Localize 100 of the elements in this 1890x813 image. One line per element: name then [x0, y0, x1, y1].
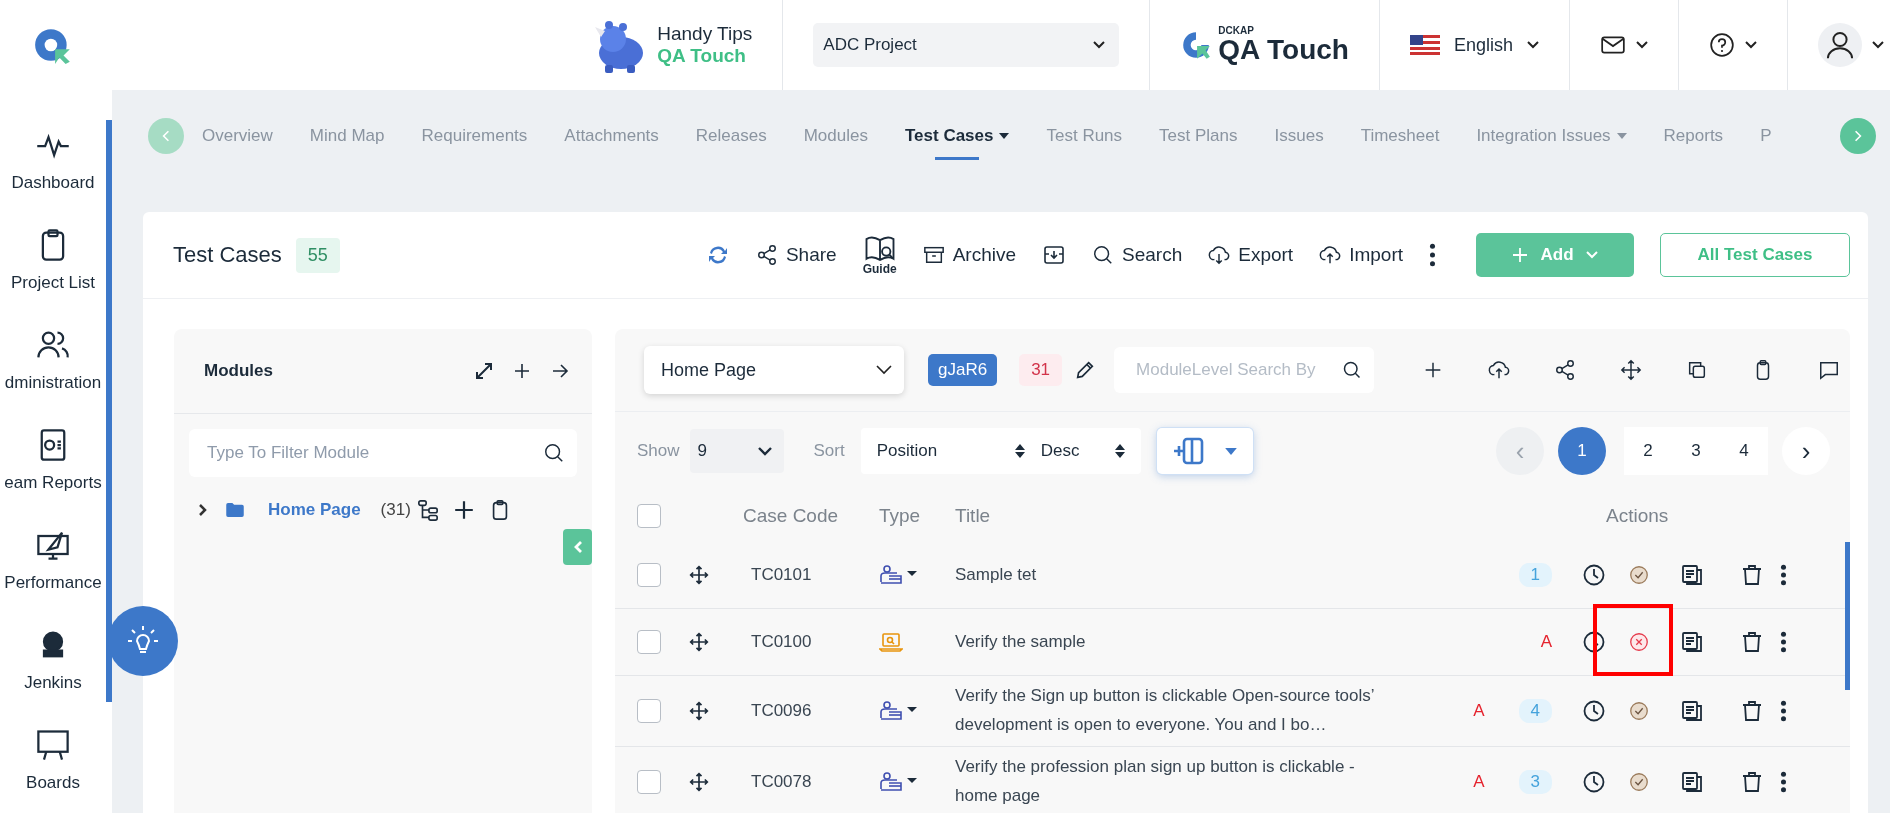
column-header: Case Code — [743, 505, 840, 527]
more-icon[interactable] — [1780, 769, 1787, 794]
search-icon — [543, 442, 565, 464]
chevron-left-icon — [572, 540, 583, 554]
documents-icon[interactable] — [1680, 563, 1704, 587]
column-header: Title — [955, 505, 992, 527]
module-name[interactable]: Home Page — [268, 500, 361, 520]
move-icon[interactable] — [1620, 359, 1643, 381]
person-form-icon[interactable] — [879, 699, 919, 722]
clock-icon[interactable] — [1582, 769, 1606, 794]
select-all-checkbox[interactable] — [637, 504, 661, 528]
sidebar-item[interactable]: Jenkins — [24, 610, 82, 710]
check-circle-icon[interactable] — [1628, 770, 1650, 793]
more-icon[interactable] — [1429, 243, 1436, 267]
documents-icon[interactable] — [1680, 630, 1704, 654]
row-checkbox[interactable] — [637, 630, 661, 654]
guide-button[interactable]: Guide — [862, 235, 897, 275]
caret-icon — [1616, 133, 1627, 139]
more-icon[interactable] — [1780, 698, 1787, 723]
expand-icon[interactable] — [474, 361, 494, 381]
drag-handle-icon[interactable] — [689, 771, 709, 792]
more-icon[interactable] — [1780, 563, 1787, 587]
case-code[interactable]: TC0101 — [743, 565, 879, 585]
caret-icon — [1745, 41, 1757, 49]
module-count: (31) — [380, 500, 411, 520]
delete-icon[interactable] — [1740, 563, 1764, 587]
module-filter-field[interactable]: Type To Filter Module — [189, 429, 577, 477]
add-icon[interactable] — [512, 361, 532, 381]
export-button[interactable]: Export — [1208, 244, 1294, 266]
clock-icon[interactable] — [1582, 630, 1606, 654]
row-checkbox[interactable] — [637, 563, 661, 587]
next-page-button[interactable]: › — [1782, 427, 1830, 475]
cross-circle-icon[interactable] — [1628, 631, 1650, 653]
sidebar-item[interactable]: Performance — [4, 510, 102, 610]
share-icon[interactable] — [1554, 359, 1577, 381]
more-icon[interactable] — [1780, 630, 1787, 654]
page-button[interactable]: 2 — [1624, 427, 1672, 475]
tips-subtitle: QA Touch — [657, 45, 747, 67]
project-select[interactable]: ADC Project — [813, 23, 1120, 67]
upload-icon[interactable] — [1488, 359, 1511, 381]
module-select[interactable]: Home Page — [644, 346, 904, 394]
person-form-icon[interactable] — [879, 564, 919, 586]
case-code[interactable]: TC0100 — [743, 632, 879, 652]
page-button[interactable]: 1 — [1558, 427, 1606, 475]
archive-button[interactable]: Archive — [922, 244, 1016, 266]
person-form-icon[interactable] — [879, 770, 919, 793]
page-title: Test Cases — [173, 242, 282, 268]
share-icon — [755, 244, 778, 266]
delete-icon[interactable] — [1740, 769, 1764, 794]
brand-name: QA Touch — [1218, 36, 1349, 64]
drag-handle-icon[interactable] — [689, 565, 709, 585]
sort-field-select[interactable]: Position — [860, 428, 1041, 474]
language-select[interactable]: English — [1379, 0, 1570, 90]
comment-icon[interactable] — [1818, 359, 1841, 381]
avatar-icon — [1818, 23, 1862, 67]
column-toggle-button[interactable] — [1156, 428, 1253, 474]
case-title[interactable]: Sample tet — [955, 554, 1395, 596]
check-circle-icon[interactable] — [1628, 699, 1650, 722]
caret-icon — [1225, 447, 1238, 455]
add-icon[interactable] — [452, 499, 475, 521]
expand-chevron-icon[interactable] — [198, 503, 208, 517]
documents-icon[interactable] — [1680, 698, 1704, 723]
page-button[interactable]: 4 — [1720, 427, 1768, 475]
page-button[interactable]: 3 — [1672, 427, 1720, 475]
case-code[interactable]: TC0078 — [743, 771, 879, 792]
delete-icon[interactable] — [1740, 698, 1764, 723]
sidebar-item[interactable]: Boards — [26, 710, 80, 810]
folder-icon — [226, 503, 244, 517]
tips-title: Handy Tips — [657, 23, 753, 45]
page-size-select[interactable]: 9 — [689, 429, 784, 473]
sidebar-item[interactable]: eam Reports — [4, 410, 102, 510]
scrollbar[interactable] — [106, 120, 112, 702]
chevron-left-icon — [162, 130, 170, 142]
download-tray-icon[interactable] — [1042, 243, 1066, 267]
delete-icon[interactable] — [1740, 630, 1764, 654]
check-circle-icon[interactable] — [1628, 564, 1650, 586]
clock-icon[interactable] — [1582, 563, 1606, 587]
search-button[interactable]: Search — [1092, 244, 1183, 266]
row-checkbox[interactable] — [637, 769, 661, 794]
sidebar-item[interactable]: dministration — [4, 310, 102, 410]
module-search-field[interactable]: ModuleLevel Search By — [1114, 347, 1375, 393]
sidebar-item[interactable]: Project List — [10, 210, 96, 310]
row-checkbox[interactable] — [637, 698, 661, 723]
import-button[interactable]: Import — [1319, 244, 1403, 266]
module-count-badge: 31 — [1019, 354, 1063, 386]
caret-icon — [1585, 251, 1598, 259]
documents-icon[interactable] — [1680, 769, 1704, 794]
drag-handle-icon[interactable] — [689, 632, 709, 652]
scrollbar[interactable] — [1845, 542, 1850, 690]
drag-handle-icon[interactable] — [689, 700, 709, 721]
share-button[interactable]: Share — [755, 244, 837, 266]
case-title[interactable]: Verify the sample — [955, 621, 1395, 663]
hierarchy-icon[interactable] — [416, 499, 439, 521]
case-title[interactable]: Verify the profession plan sign up button is clickable - home page — [955, 746, 1395, 813]
sort-order-select[interactable]: Desc — [1040, 428, 1141, 474]
sidebar-item[interactable]: Dashboard — [11, 110, 95, 210]
clock-icon[interactable] — [1582, 698, 1606, 723]
case-code[interactable]: TC0096 — [743, 700, 879, 721]
caret-icon — [757, 446, 772, 456]
case-title[interactable]: Verify the Sign up button is clickable Open-source tools’ development is open to everyone. You and I bo… — [955, 676, 1395, 746]
